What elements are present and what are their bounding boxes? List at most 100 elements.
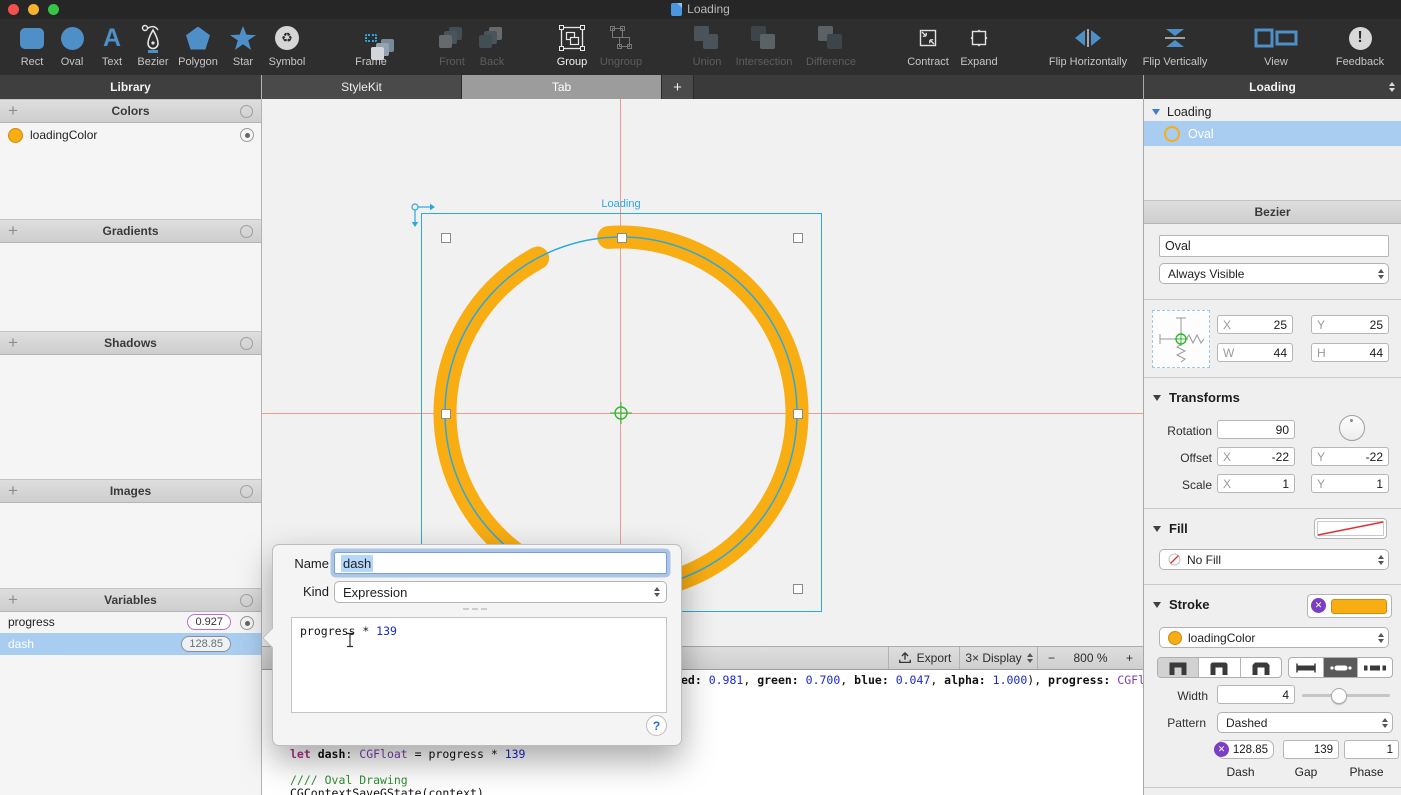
anchor-springs-icon [1153,311,1209,367]
rotation-knob[interactable] [1339,415,1365,441]
document-icon [671,3,682,16]
add-color-button[interactable]: + [8,100,18,121]
variables-section-header[interactable]: + Variables [0,588,261,612]
join-bevel-button[interactable] [1241,658,1281,677]
expression-editor[interactable]: progress * 139 [291,617,667,713]
code-line-let-dash: let dash: CGFloat = progress * 139 [290,747,525,761]
variable-name-input[interactable]: dash [334,552,667,574]
gradients-radio[interactable] [240,225,253,238]
offset-x-field[interactable]: X-22 [1217,447,1295,466]
center-anchor-icon[interactable] [610,402,632,424]
cap-square-button[interactable] [1358,658,1392,677]
zoom-level[interactable]: 800 % [1073,651,1107,665]
zoom-out-button[interactable]: − [1048,651,1055,665]
rotation-field[interactable]: 90 [1217,420,1295,439]
shadows-section-header[interactable]: + Shadows [0,331,261,355]
images-radio[interactable] [240,485,253,498]
variable-binding-icon[interactable]: ✕ [1311,598,1326,613]
join-round-button[interactable] [1199,658,1240,677]
stroke-swatch[interactable]: ✕ [1307,594,1392,618]
add-gradient-button[interactable]: + [8,220,18,241]
colors-section-header[interactable]: + Colors [0,99,261,123]
path-handle-nw[interactable] [441,233,451,243]
color-target-radio[interactable] [240,128,254,142]
cap-round-button[interactable] [1324,658,1359,677]
tree-row-loading[interactable]: Loading [1152,105,1212,119]
display-scale-select[interactable]: 3× Display [959,647,1038,669]
dash-variable-binding-icon[interactable]: ✕ [1214,742,1229,757]
stroke-width-field[interactable]: 4 [1217,685,1295,704]
cap-butt-button[interactable] [1289,658,1324,677]
shape-name-field[interactable]: Oval [1159,235,1389,257]
library-header: Library [0,75,261,99]
difference-icon [818,22,844,54]
path-handle-ne[interactable] [793,233,803,243]
path-handle-e[interactable] [793,409,803,419]
fill-select[interactable]: No Fill [1159,549,1389,570]
colors-radio[interactable] [240,105,253,118]
transforms-section[interactable]: Transforms [1153,390,1240,405]
fill-disclosure-icon[interactable] [1153,526,1161,532]
resizing-anchor-widget[interactable] [1152,310,1210,368]
phase-label: Phase [1344,765,1389,779]
progress-target-radio[interactable] [240,616,254,630]
x-field[interactable]: X25 [1217,315,1293,334]
stroke-section[interactable]: Stroke [1153,597,1209,612]
variables-radio[interactable] [240,594,253,607]
height-field[interactable]: H44 [1311,343,1389,362]
images-section-header[interactable]: + Images [0,479,261,503]
variable-kind-select[interactable]: Expression [334,581,667,603]
scale-y-field[interactable]: Y1 [1311,474,1389,493]
phase-field[interactable]: 1 [1344,740,1399,759]
display-stepper-icon [1027,653,1033,663]
add-variable-button[interactable]: + [8,589,18,610]
shadows-radio[interactable] [240,337,253,350]
stroke-width-slider[interactable] [1302,694,1390,697]
tree-row-oval-selected[interactable]: Oval [1144,121,1401,146]
color-swatch [8,128,23,143]
stroke-join-segmented [1157,657,1282,678]
stroke-pattern-select[interactable]: Dashed [1217,712,1393,733]
join-miter-button[interactable] [1158,658,1199,677]
add-image-button[interactable]: + [8,480,18,501]
transforms-disclosure-icon[interactable] [1153,395,1161,401]
feedback-button[interactable]: ! Feedback [1305,22,1401,68]
offset-y-field[interactable]: Y-22 [1311,447,1389,466]
fill-swatch[interactable] [1314,518,1387,539]
disclosure-triangle-icon[interactable] [1152,109,1160,115]
tab-stylekit[interactable]: StyleKit [262,75,462,99]
export-button[interactable]: Export [888,647,960,669]
selection-group-label[interactable]: Loading [601,198,640,210]
flip-vertically-button[interactable]: Flip Vertically [1120,22,1230,68]
dash-target-radio[interactable] [240,638,254,652]
zoom-in-button[interactable]: + [1126,651,1133,665]
gradients-section-header[interactable]: + Gradients [0,219,261,243]
stroke-color-select[interactable]: loadingColor [1159,627,1389,648]
inspector-header-stepper-icon[interactable] [1389,82,1395,92]
expand-button[interactable]: Expand [924,22,1034,68]
popover-resize-handle[interactable] [463,608,487,610]
variable-row-progress[interactable]: progress 0.927 [0,611,261,633]
add-shadow-button[interactable]: + [8,332,18,353]
stroke-disclosure-icon[interactable] [1153,602,1161,608]
path-handle-se[interactable] [793,584,803,594]
width-field[interactable]: W44 [1217,343,1293,362]
path-handle-w[interactable] [441,409,451,419]
path-handle-n[interactable] [617,233,627,243]
progress-value-badge[interactable]: 0.927 [187,614,231,630]
dash-field[interactable]: 128.85 ✕ [1217,740,1274,759]
fill-section[interactable]: Fill [1153,521,1188,536]
code-line-comment: //// Oval Drawing [290,773,408,787]
tab-active[interactable]: Tab [462,75,662,99]
help-button[interactable]: ? [646,715,667,736]
add-tab-button[interactable]: + [662,75,694,99]
y-field[interactable]: Y25 [1311,315,1389,334]
gap-field[interactable]: 139 [1283,740,1339,759]
slider-thumb[interactable] [1331,688,1347,704]
color-item-loadingcolor[interactable]: loadingColor [0,124,261,146]
stroke-color-stepper-icon [1378,633,1384,643]
variable-row-dash[interactable]: dash 128.85 [0,633,261,655]
visibility-select[interactable]: Always Visible [1159,263,1389,284]
scale-x-field[interactable]: X1 [1217,474,1295,493]
dash-value-badge[interactable]: 128.85 [181,636,231,652]
